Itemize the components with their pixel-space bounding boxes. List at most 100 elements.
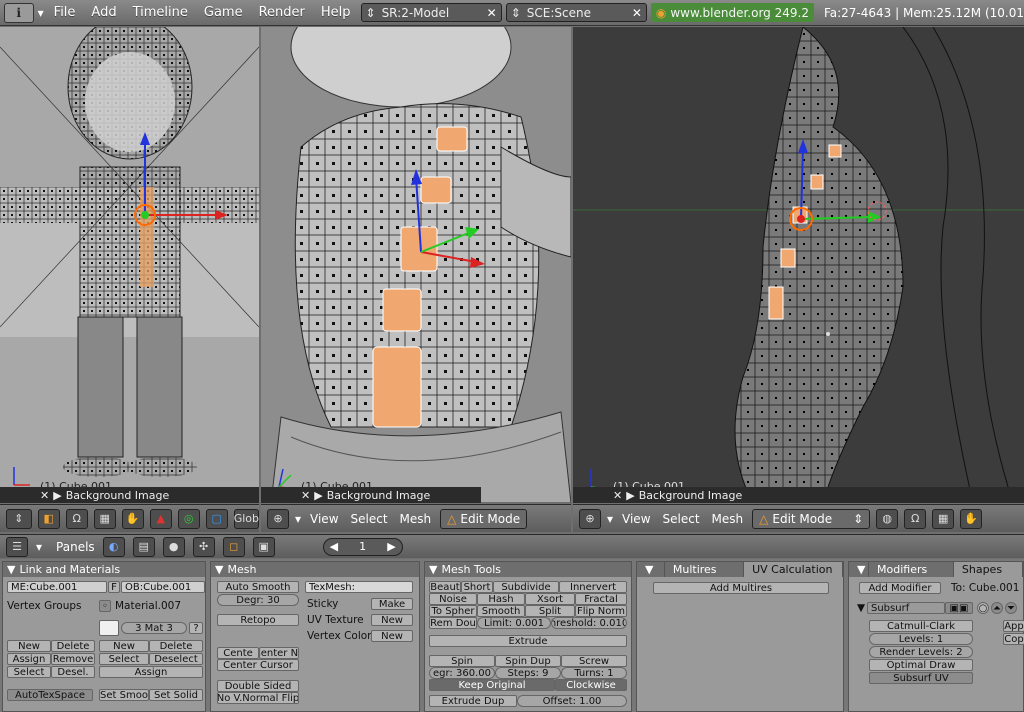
menu-mesh[interactable]: Mesh [397,512,435,526]
set-solid-button[interactable]: Set Solid [149,689,203,701]
material-select-button[interactable]: Select [99,653,149,665]
auto-smooth-toggle[interactable]: Auto Smooth [217,581,299,593]
orientation-glob-select[interactable]: Glob [234,508,259,529]
close-icon[interactable]: ✕ [632,6,642,20]
mesh-name-field[interactable]: ME:Cube.001 [7,581,107,593]
keep-original-toggle[interactable]: Keep Original [429,679,555,691]
mode-selector[interactable]: △ Edit Mode ⇕ [752,508,871,529]
steps-field[interactable]: Steps: 9 [495,667,561,679]
add-modifier-menu[interactable]: Add Modifier [859,582,941,594]
draw-type-icon[interactable]: ◍ [876,508,899,529]
fractal-button[interactable]: Fractal [575,593,627,605]
extrude-button[interactable]: Extrude [429,635,627,647]
grid-menu-icon[interactable]: ▦ [93,508,116,529]
editor-type-chevron-icon[interactable]: ▾ [38,6,44,20]
hash-button[interactable]: Hash [477,593,525,605]
material-help-button[interactable]: ? [189,622,203,634]
offset-field[interactable]: Offset: 1.00 [517,695,627,707]
viewport-front[interactable]: (1) Cube.001 ✕ ▶ Background Image [0,27,259,503]
hand-icon[interactable]: ✋ [960,508,983,529]
subsurf-uv-toggle[interactable]: Subsurf UV [869,672,973,684]
vertex-color-new-button[interactable]: New [371,630,413,642]
expand-arrow-icon[interactable]: ▶ [626,489,634,502]
modifier-cage-icon[interactable]: ○ [977,602,989,614]
center-button[interactable]: Cente [217,647,259,659]
scene-context-icon[interactable]: ▣ [252,536,275,557]
menu-view[interactable]: View [307,512,341,526]
panel-page-stepper[interactable]: ◀ 1 ▶ [322,537,403,556]
spin-degrees-field[interactable]: egr: 360.00 [429,667,495,679]
screw-button[interactable]: Screw [561,655,627,667]
object-context-icon[interactable]: ✣ [192,536,215,557]
tab-uv-calculation[interactable]: UV Calculation [744,562,843,577]
collapse-triangle-icon[interactable]: ▼ [849,562,869,577]
menu-add[interactable]: Add [85,5,122,20]
fake-user-toggle[interactable]: F [108,581,120,593]
copy-button[interactable]: Cop [1003,633,1024,645]
tab-shapes[interactable]: Shapes [953,562,1023,577]
menu-timeline[interactable]: Timeline [127,5,194,20]
retopo-toggle[interactable]: Retopo [217,614,299,626]
optimal-draw-toggle[interactable]: Optimal Draw [869,659,973,671]
innervert-button[interactable]: Innervert [559,581,627,593]
subdivision-type-select[interactable]: Catmull-Clark [869,620,973,632]
texmesh-field[interactable]: TexMesh: [305,581,413,593]
triangle-icon[interactable]: ▲ [149,508,172,529]
collapse-menu-icon[interactable]: ▾ [607,512,613,526]
material-new-button[interactable]: New [99,640,149,652]
editing-context-icon[interactable]: ◻ [222,536,245,557]
grid-menu-icon[interactable]: ▦ [932,508,955,529]
levels-field[interactable]: Levels: 1 [869,633,973,645]
scale-icon[interactable]: ▢ [205,508,228,529]
menu-file[interactable]: File [48,5,82,20]
render-levels-field[interactable]: Render Levels: 2 [869,646,973,658]
panel-title-bar[interactable]: ▼ Link and Materials [3,562,205,577]
magnet-icon[interactable]: Ω [65,508,88,529]
close-icon[interactable]: ✕ [301,489,310,502]
menu-help[interactable]: Help [315,5,357,20]
vgroup-remove-button[interactable]: Remove [51,653,95,665]
extrude-dup-button[interactable]: Extrude Dup [429,695,517,707]
menu-select[interactable]: Select [660,512,703,526]
screen-selector[interactable]: ⇕ SR:2-Model ✕ [360,3,502,22]
expand-arrow-icon[interactable]: ▶ [314,489,322,502]
subdivide-button[interactable]: Subdivide [493,581,559,593]
vgroup-delete-button[interactable]: Delete [51,640,95,652]
editor-type-button[interactable]: ☰ [6,536,28,557]
object-name-field[interactable]: OB:Cube.001 [121,581,205,593]
set-smooth-button[interactable]: Set Smoo [99,689,149,701]
short-toggle[interactable]: Short [461,581,493,593]
viewport-side[interactable]: (1) Cube.001 ✕ ▶ Background Image [573,27,1024,503]
move-up-icon[interactable]: ⏶ [991,602,1003,614]
uv-texture-new-button[interactable]: New [371,614,413,626]
material-color-swatch[interactable] [99,620,119,636]
clockwise-toggle[interactable]: Clockwise [555,679,627,691]
turns-field[interactable]: Turns: 1 [561,667,627,679]
editor-type-button[interactable]: ⊕ [579,508,601,529]
remove-doubles-button[interactable]: Rem Dou [429,617,477,629]
spin-button[interactable]: Spin [429,655,495,667]
chevron-right-icon[interactable]: ▶ [387,540,395,553]
logic-context-icon[interactable]: ◐ [102,536,125,557]
collapse-triangle-icon[interactable]: ▼ [215,563,223,576]
collapse-triangle-icon[interactable]: ▼ [429,563,437,576]
close-icon[interactable]: ✕ [613,489,622,502]
rotate-icon[interactable]: ◎ [177,508,200,529]
beauty-toggle[interactable]: Beaut [429,581,461,593]
material-deselect-button[interactable]: Deselect [149,653,203,665]
noise-button[interactable]: Noise [429,593,477,605]
autotexspace-toggle[interactable]: AutoTexSpace [7,689,93,701]
vgroup-deselect-button[interactable]: Desel. [51,666,95,678]
panel-title-bar[interactable]: ▼ Mesh Tools [425,562,631,577]
vgroup-assign-button[interactable]: Assign [7,653,51,665]
move-down-icon[interactable]: ⏷ [1005,602,1017,614]
info-icon[interactable]: i [4,2,34,23]
collapse-triangle-icon[interactable]: ▼ [7,563,15,576]
vgroup-new-button[interactable]: New [7,640,51,652]
viewport-closeup[interactable]: (1) Cube.001 ✕ ▶ Background Image [261,27,571,503]
material-index-stepper[interactable]: 3 Mat 3 [121,622,187,634]
close-icon[interactable]: ✕ [487,6,497,20]
material-assign-button[interactable]: Assign [99,666,203,678]
tab-modifiers[interactable]: Modifiers [869,562,954,577]
menu-mesh[interactable]: Mesh [709,512,747,526]
